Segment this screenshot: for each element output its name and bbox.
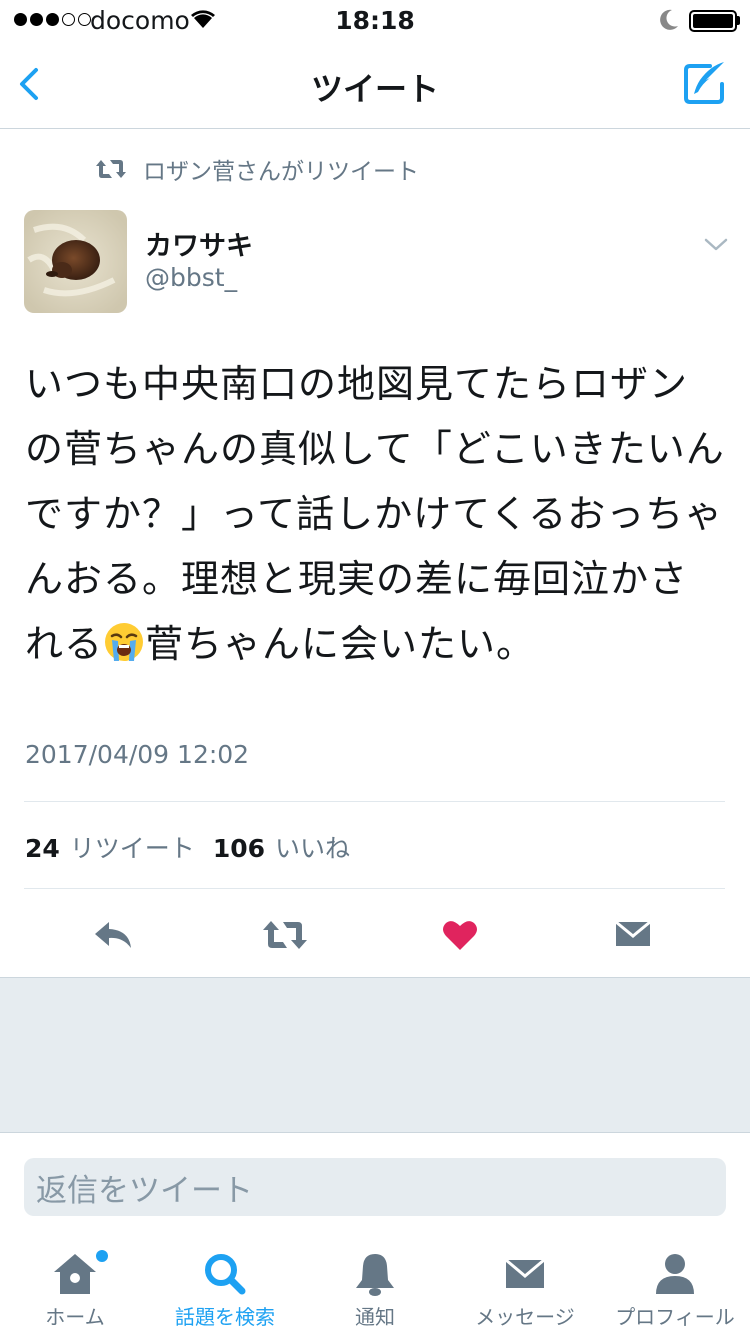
home-icon <box>54 1254 96 1294</box>
navigation-bar: ツイート <box>0 40 750 129</box>
author-name[interactable]: カワサキ <box>145 224 253 263</box>
tab-notifications-label: 通知 <box>355 1305 395 1329</box>
loudly-crying-face-icon <box>105 623 144 661</box>
compose-tweet-button[interactable] <box>680 58 730 108</box>
divider <box>24 888 725 889</box>
status-bar: docomo 18:18 <box>0 0 750 40</box>
chevron-down-icon <box>704 238 728 251</box>
search-icon <box>205 1254 246 1295</box>
battery-icon <box>689 10 737 32</box>
reply-icon <box>95 922 131 948</box>
retweet-context[interactable]: ロザン菅さんがリツイート <box>95 153 419 185</box>
envelope-icon <box>615 920 651 946</box>
tab-messages-label: メッセージ <box>475 1305 575 1329</box>
tab-profile-label: プロフィール <box>615 1305 735 1329</box>
tab-home[interactable]: ホーム <box>0 1236 150 1334</box>
reply-placeholder: 返信をツイート <box>36 1172 253 1209</box>
retweet-icon <box>96 160 126 178</box>
retweet-button[interactable] <box>262 912 308 958</box>
avatar[interactable] <box>24 210 127 313</box>
like-count-label[interactable]: いいね <box>275 829 350 865</box>
retweet-count-label[interactable]: リツイート <box>70 829 195 865</box>
tab-messages[interactable]: メッセージ <box>450 1236 600 1334</box>
reply-input[interactable]: 返信をツイート <box>24 1158 726 1216</box>
divider <box>24 801 725 802</box>
person-icon <box>656 1254 694 1294</box>
tab-explore[interactable]: 話題を検索 <box>150 1236 300 1334</box>
new-content-badge <box>96 1250 108 1262</box>
battery-tip <box>737 16 740 25</box>
reply-button[interactable] <box>90 912 136 958</box>
do-not-disturb-moon-icon <box>660 9 678 30</box>
heart-icon <box>443 921 477 950</box>
envelope-icon <box>505 1258 545 1288</box>
tweet-stats: 24 リツイート 106 いいね <box>25 829 368 865</box>
tab-profile[interactable]: プロフィール <box>600 1236 750 1334</box>
retweet-icon <box>263 921 307 949</box>
like-count[interactable]: 106 <box>213 834 265 863</box>
empty-replies-area <box>0 977 750 1133</box>
tweet-timestamp: 2017/04/09 12:02 <box>25 740 250 769</box>
tweet-text: いつも中央南口の地図見てたらロザンの菅ちゃんの真似して「どこいきたいんですか？」… <box>25 352 725 677</box>
page-title: ツイート <box>310 70 439 108</box>
tweet-actions <box>0 900 750 976</box>
tab-explore-label: 話題を検索 <box>175 1305 275 1329</box>
tab-home-label: ホーム <box>45 1305 105 1329</box>
retweet-count[interactable]: 24 <box>25 834 60 863</box>
like-button[interactable] <box>437 912 483 958</box>
tab-bar: ホーム 話題を検索 通知 メッセージ プロフィール <box>0 1236 750 1334</box>
compose-quill-icon <box>684 62 724 104</box>
tweet-text-part-2: 菅ちゃんに会いたい。 <box>145 622 536 666</box>
retweeted-by-text: ロザン菅さんがリツイート <box>143 159 419 185</box>
direct-message-button[interactable] <box>610 912 656 958</box>
tweet-options-button[interactable] <box>702 232 730 256</box>
status-time: 18:18 <box>335 6 415 35</box>
author-handle[interactable]: @bbst_ <box>145 263 237 292</box>
tab-notifications[interactable]: 通知 <box>300 1236 450 1334</box>
bell-icon <box>356 1254 394 1296</box>
